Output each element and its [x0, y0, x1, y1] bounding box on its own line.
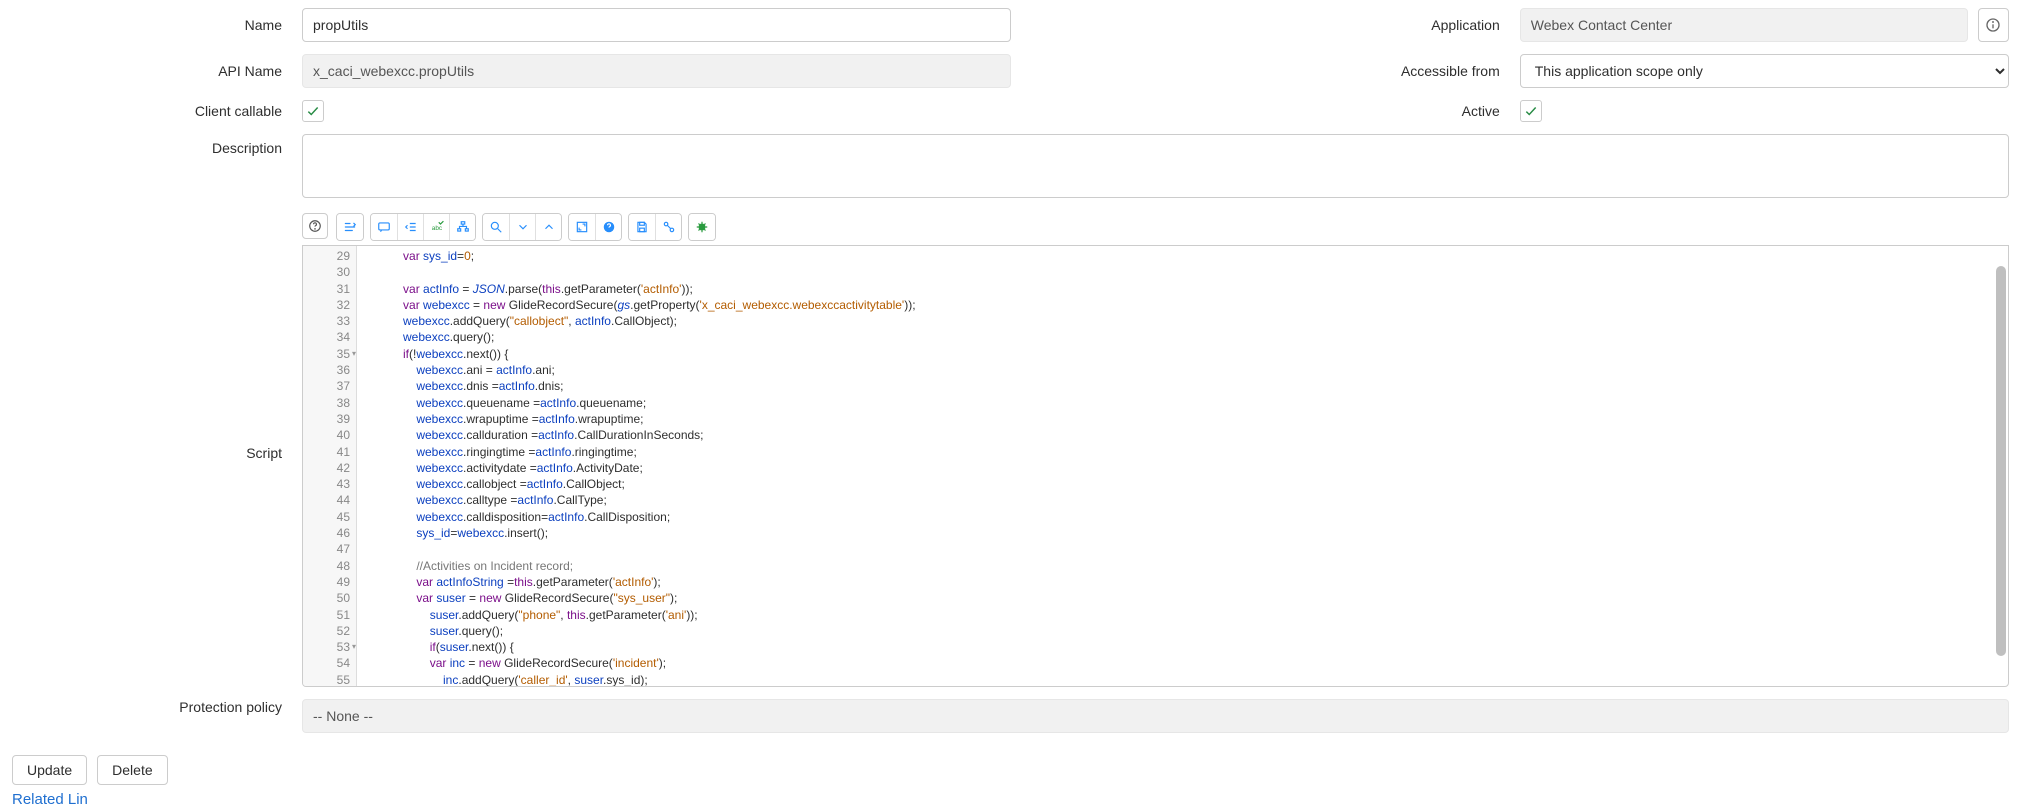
line-gutter: 2930313233343536373839404142434445464748… [303, 246, 357, 686]
application-input [1520, 8, 1968, 42]
question-icon[interactable] [595, 214, 621, 240]
accessible-from-label: Accessible from [1011, 63, 1520, 79]
format-code-icon[interactable] [337, 214, 363, 240]
diff-icon[interactable] [655, 214, 681, 240]
related-links-heading: Related Lin [0, 791, 2021, 808]
code-body[interactable]: var sys_id=0; var actInfo = JSON.parse(t… [357, 246, 2008, 686]
application-label: Application [1011, 17, 1520, 33]
protection-policy-input [302, 699, 2009, 733]
description-input[interactable] [302, 134, 2009, 198]
toggle-comment-icon[interactable] [371, 214, 397, 240]
svg-text:abc: abc [431, 225, 442, 232]
client-callable-label: Client callable [12, 103, 302, 119]
delete-button[interactable]: Delete [97, 755, 167, 785]
application-info-icon[interactable] [1978, 8, 2009, 42]
search-icon[interactable] [483, 214, 509, 240]
protection-policy-label: Protection policy [12, 699, 302, 715]
syntax-check-icon[interactable]: abc [423, 214, 449, 240]
script-toolbar: abc [302, 213, 2009, 241]
tree-icon[interactable] [449, 214, 475, 240]
debug-icon[interactable] [689, 214, 715, 240]
outdent-icon[interactable] [397, 214, 423, 240]
api-name-label: API Name [12, 63, 302, 79]
client-callable-checkbox[interactable] [302, 100, 324, 122]
script-label: Script [12, 439, 302, 461]
name-label: Name [12, 17, 302, 33]
name-input[interactable] [302, 8, 1011, 42]
form: Name Application API Name Accessible fro… [0, 0, 2021, 749]
active-label: Active [1011, 103, 1520, 119]
active-checkbox[interactable] [1520, 100, 1542, 122]
save-icon[interactable] [629, 214, 655, 240]
script-help-icon[interactable] [302, 213, 328, 239]
fullscreen-icon[interactable] [569, 214, 595, 240]
update-button[interactable]: Update [12, 755, 87, 785]
description-label: Description [12, 134, 302, 156]
find-next-icon[interactable] [509, 214, 535, 240]
script-editor[interactable]: 2930313233343536373839404142434445464748… [302, 245, 2009, 687]
find-prev-icon[interactable] [535, 214, 561, 240]
accessible-from-select[interactable]: This application scope only [1520, 54, 2009, 88]
editor-scrollbar[interactable] [1996, 246, 2006, 686]
api-name-input [302, 54, 1011, 88]
